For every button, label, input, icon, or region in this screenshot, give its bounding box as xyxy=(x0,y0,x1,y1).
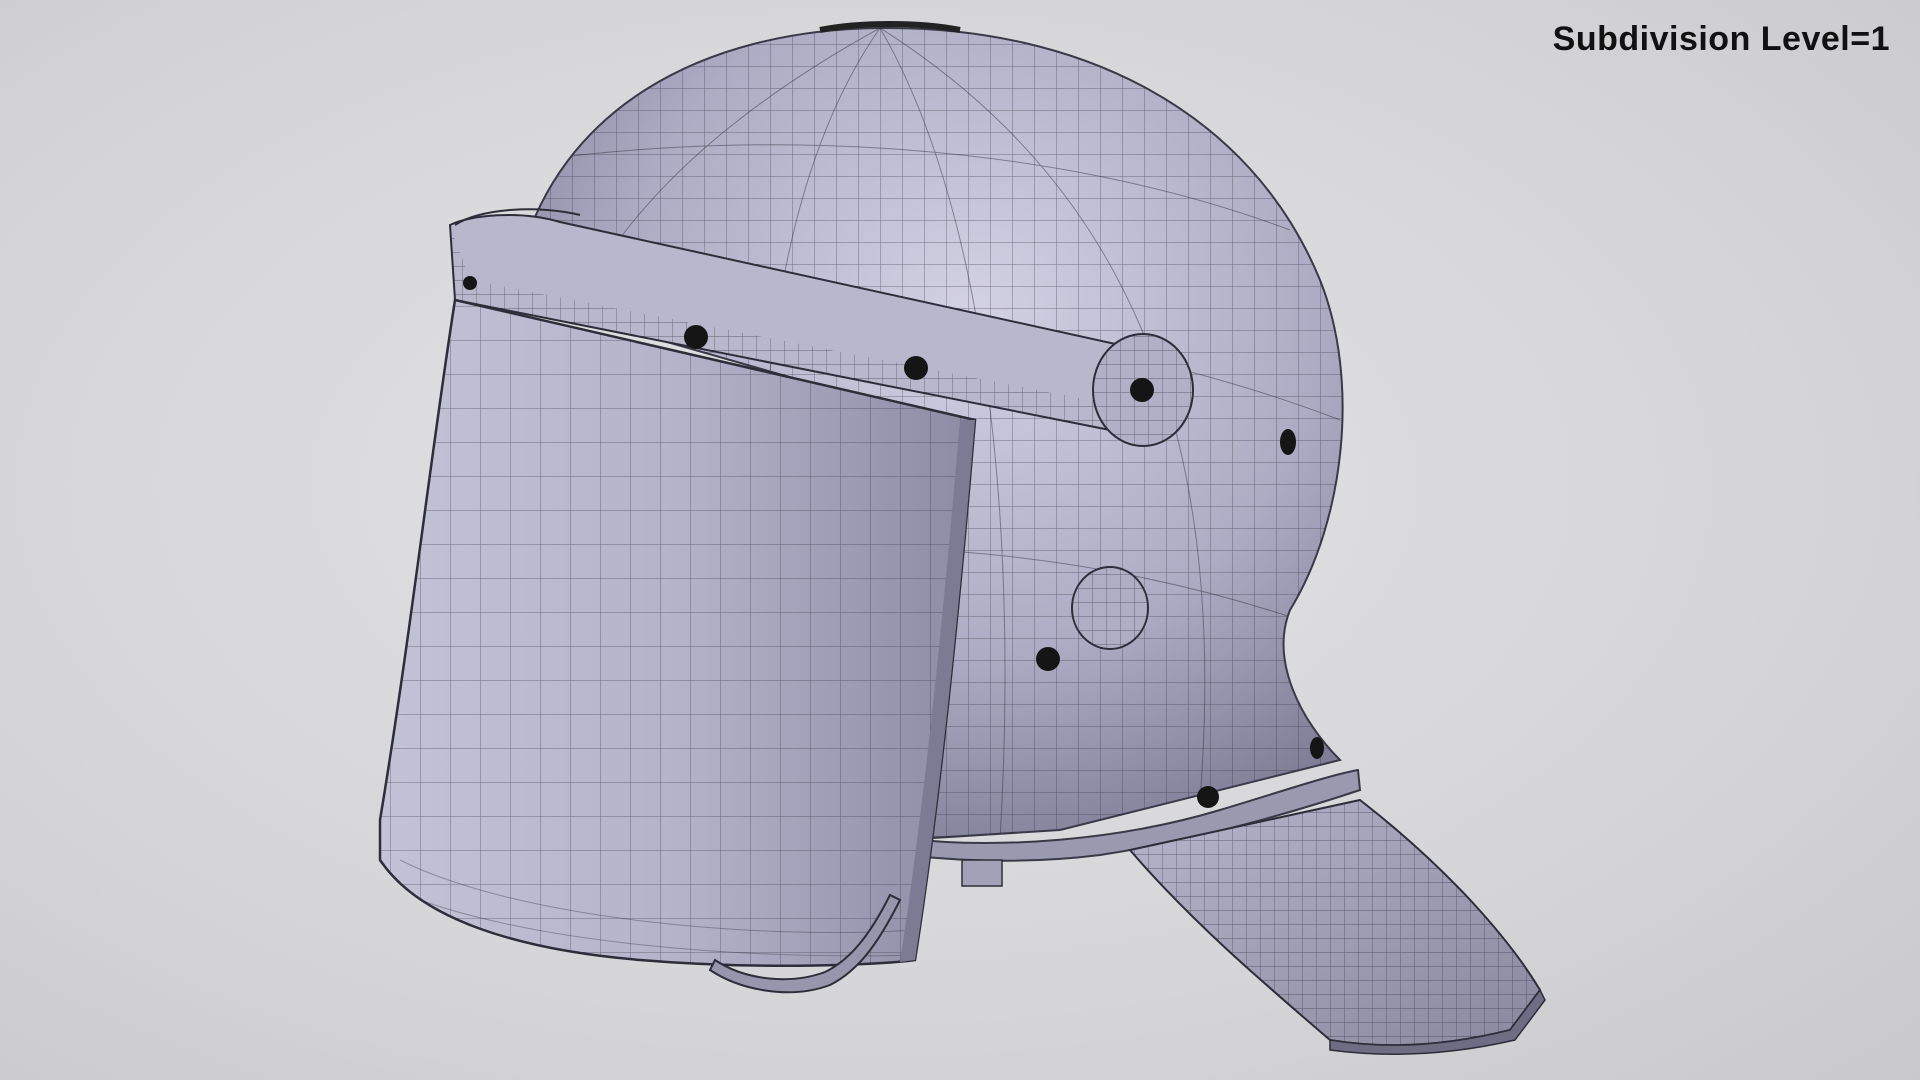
side-button xyxy=(1071,566,1149,650)
viewport: Subdivision Level=1 xyxy=(0,0,1920,1080)
strap-buckle xyxy=(961,859,1003,887)
visor-pivot xyxy=(1092,333,1194,447)
subdivision-label: Subdivision Level=1 xyxy=(1552,20,1890,58)
helmet-render xyxy=(378,21,1546,1056)
